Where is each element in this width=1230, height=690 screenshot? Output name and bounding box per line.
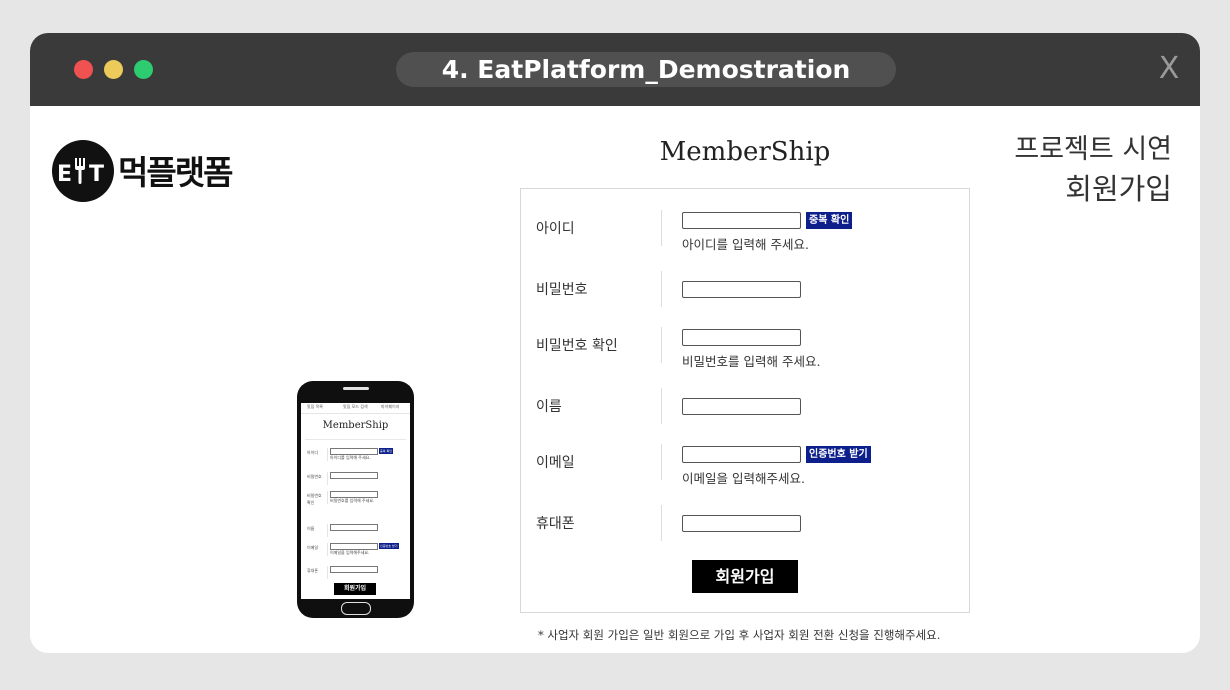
label-email: 이메일 [536, 455, 575, 471]
mobile-check-button[interactable]: 중복 확인 [379, 448, 393, 454]
mobile-membership-form: 아이디 중복 확인 아이디를 입력해 주세요. 비밀번호 비밀번호 확인 비밀번… [305, 439, 406, 580]
mobile-form-title: MemberShip [322, 420, 389, 431]
window-title: 4. EatPlatform_Demostration [396, 52, 896, 87]
form-row-email: 이메일 인증번호 받기 이메일을 입력해주세요. [521, 442, 969, 486]
maximize-window-dot[interactable] [134, 60, 153, 79]
membership-form: 아이디 중복 확인 아이디를 입력해 주세요. 비밀번호 비밀번호 확인 비밀번… [520, 188, 970, 613]
mobile-nav: 맛집 목록 맛집 모드 검색 마이페이지 [301, 403, 410, 414]
mobile-input[interactable] [330, 448, 378, 455]
mobile-hint: 아이디를 입력해 주세요. [330, 455, 371, 460]
mobile-signup-button[interactable]: 회원가입 [334, 583, 376, 595]
title-bar: 4. EatPlatform_Demostration X [30, 33, 1200, 106]
email-input[interactable] [682, 446, 801, 463]
mobile-row: 이메일 인증번호 받기 이메일을 입력해주세요. [305, 543, 406, 557]
close-icon[interactable]: X [1154, 49, 1184, 89]
form-title: MemberShip [659, 137, 831, 167]
label-id: 아이디 [536, 221, 575, 237]
mobile-verify-button[interactable]: 인증번호 받기 [379, 543, 399, 549]
mobile-input[interactable] [330, 472, 378, 479]
mobile-row: 비밀번호 확인 비밀번호를 입력해 주세요. [305, 491, 406, 505]
label-name: 이름 [536, 399, 562, 415]
mobile-input[interactable] [330, 566, 378, 573]
row-separator [327, 472, 328, 485]
mobile-label: 아이디 [307, 450, 319, 455]
password-confirm-input[interactable] [682, 329, 801, 346]
row-separator [327, 448, 328, 461]
mobile-label: 이름 [307, 526, 315, 531]
id-input[interactable] [682, 212, 801, 229]
row-separator [327, 524, 328, 537]
phone-screen: 맛집 목록 맛집 모드 검색 마이페이지 MemberShip 아이디 중복 확… [301, 403, 410, 599]
email-hint: 이메일을 입력해주세요. [682, 471, 805, 486]
mobile-input[interactable] [330, 524, 378, 531]
row-separator [327, 543, 328, 556]
row-separator [661, 210, 662, 246]
mobile-label: 이메일 [307, 545, 319, 550]
check-duplicate-button[interactable]: 중복 확인 [806, 212, 853, 229]
fork-icon [75, 158, 85, 184]
mobile-nav-item[interactable]: 마이페이지 [381, 404, 399, 410]
mobile-row: 휴대폰 [305, 566, 406, 580]
label-password: 비밀번호 [536, 282, 588, 298]
logo-mark: E T [52, 140, 114, 202]
phone-home-button [341, 602, 371, 615]
mobile-label: 휴대폰 [307, 568, 319, 573]
row-separator [327, 491, 328, 504]
mobile-row: 이름 [305, 524, 406, 538]
mobile-label: 비밀번호 [307, 474, 322, 479]
phone-mockup: 맛집 목록 맛집 모드 검색 마이페이지 MemberShip 아이디 중복 확… [297, 381, 414, 618]
password-input[interactable] [682, 281, 801, 298]
mobile-input[interactable] [330, 543, 378, 550]
row-separator [661, 271, 662, 307]
mobile-nav-item[interactable]: 맛집 모드 검색 [343, 404, 368, 410]
phone-speaker [343, 387, 369, 390]
row-separator [661, 505, 662, 541]
row-separator [661, 388, 662, 424]
mobile-hint: 비밀번호를 입력해 주세요. [330, 498, 375, 503]
mobile-input[interactable] [330, 491, 378, 498]
browser-window: 4. EatPlatform_Demostration X E T 먹플랫폼 프… [30, 33, 1200, 653]
id-hint: 아이디를 입력해 주세요. [682, 237, 809, 252]
form-row-name: 이름 [521, 386, 969, 426]
mobile-nav-item[interactable]: 맛집 목록 [307, 404, 323, 410]
form-row-password-confirm: 비밀번호 확인 비밀번호를 입력해 주세요. [521, 325, 969, 369]
phone-input[interactable] [682, 515, 801, 532]
mobile-hint: 이메일을 입력해주세요. [330, 550, 370, 555]
password-hint: 비밀번호를 입력해 주세요. [682, 354, 821, 369]
name-input[interactable] [682, 398, 801, 415]
project-label: 프로젝트 시연 [1014, 134, 1172, 165]
logo-name: 먹플랫폼 [118, 153, 233, 192]
get-verification-code-button[interactable]: 인증번호 받기 [806, 446, 871, 463]
row-separator [327, 566, 328, 579]
label-phone: 휴대폰 [536, 516, 575, 532]
mobile-row: 아이디 중복 확인 아이디를 입력해 주세요. [305, 448, 406, 462]
form-row-phone: 휴대폰 [521, 503, 969, 543]
mobile-row: 비밀번호 [305, 472, 406, 486]
form-row-id: 아이디 중복 확인 아이디를 입력해 주세요. [521, 208, 969, 252]
mobile-label: 비밀번호 [307, 493, 322, 498]
business-member-note: * 사업자 회원 가입은 일반 회원으로 가입 후 사업자 회원 전환 신청을 … [538, 628, 941, 642]
svg-text:E: E [57, 162, 72, 187]
minimize-window-dot[interactable] [104, 60, 123, 79]
row-separator [661, 444, 662, 480]
project-section-label: 회원가입 [1065, 172, 1172, 206]
svg-text:T: T [89, 162, 104, 187]
close-window-dot[interactable] [74, 60, 93, 79]
signup-button[interactable]: 회원가입 [692, 560, 798, 593]
mobile-label: 확인 [307, 500, 315, 505]
label-password-confirm: 비밀번호 확인 [536, 338, 618, 354]
row-separator [661, 327, 662, 363]
form-row-password: 비밀번호 [521, 269, 969, 309]
